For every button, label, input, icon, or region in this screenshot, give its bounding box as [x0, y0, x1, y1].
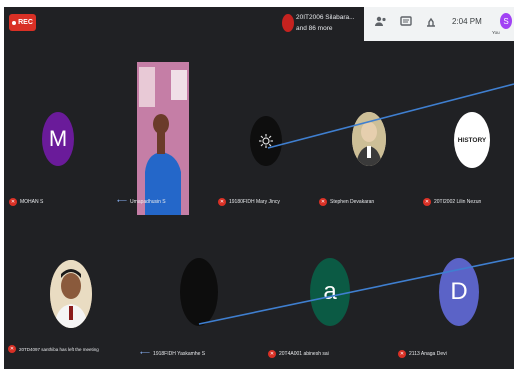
annotation-line — [267, 83, 515, 149]
meet-window: REC 20IT2006 Silabara... and 86 more 2:0… — [0, 0, 516, 385]
annotation-overlay — [198, 83, 515, 325]
annotation-line — [198, 257, 515, 325]
